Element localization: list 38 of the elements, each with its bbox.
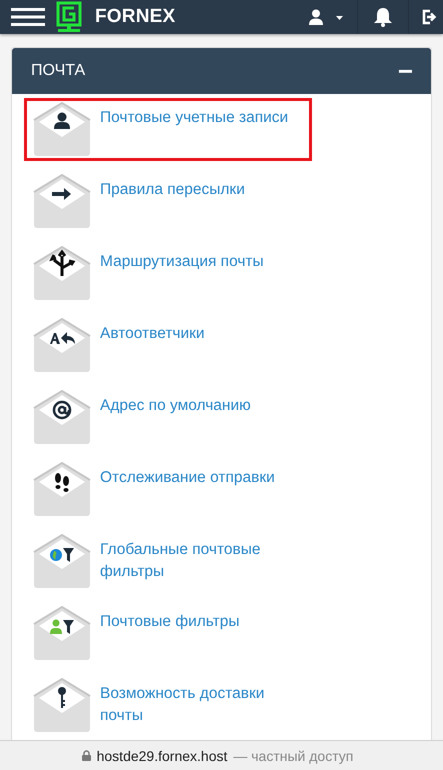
collapse-button[interactable]: − — [396, 58, 415, 84]
menu-item[interactable]: Правила пересылки — [24, 170, 312, 233]
logo-icon[interactable] — [56, 1, 82, 33]
person-caret-icon — [309, 9, 343, 25]
envelope-arrow-icon — [33, 174, 91, 228]
bell-icon — [374, 7, 392, 27]
url-host[interactable]: hostde29.fornex.host — [96, 748, 228, 764]
menu-item[interactable]: Маршрутизация почты — [24, 242, 312, 305]
envelope-globe-filter-icon — [33, 534, 91, 588]
menu-item[interactable]: Адрес по умолчанию — [24, 386, 312, 449]
envelope-at-sign-icon — [33, 390, 91, 444]
menu-icon[interactable] — [11, 7, 45, 27]
menu-item[interactable]: Отслеживание отправки — [24, 458, 312, 521]
menu-item-label: Почтовые учетные записи — [100, 108, 288, 128]
envelope-footprints-icon — [33, 462, 91, 516]
logout-icon — [421, 9, 437, 25]
menu-item-label: Возможность доставки почты — [100, 684, 266, 726]
menu-item[interactable]: Почтовые учетные записи — [24, 98, 312, 161]
envelope-person-icon — [33, 102, 91, 156]
envelope-person-filter-icon — [33, 606, 91, 660]
menu-item-label: Глобальные почтовые фильтры — [100, 540, 262, 582]
envelope-reply-icon — [33, 318, 91, 372]
lock-icon — [82, 750, 91, 761]
menu-item[interactable]: Возможность доставки почты — [24, 674, 314, 737]
menu-item-label: Адрес по умолчанию — [100, 396, 251, 416]
panel-title: ПОЧТА — [31, 62, 86, 80]
menu-item[interactable]: Автоответчики — [24, 314, 312, 377]
menu-item-label: Почтовые фильтры — [100, 612, 240, 632]
menu-item-label: Маршрутизация почты — [100, 252, 264, 272]
envelope-route-icon — [33, 246, 91, 300]
brand-name[interactable]: FORNEX — [95, 6, 176, 28]
envelope-key-icon — [33, 678, 91, 732]
url-note: — частный доступ — [233, 748, 354, 764]
menu-item-label: Отслеживание отправки — [100, 468, 275, 488]
menu-item[interactable]: Глобальные почтовые фильтры — [24, 530, 314, 593]
menu-item[interactable]: Почтовые фильтры — [24, 602, 312, 665]
menu-item-label: Правила пересылки — [100, 180, 245, 200]
menu-item-label: Автоответчики — [100, 324, 205, 344]
